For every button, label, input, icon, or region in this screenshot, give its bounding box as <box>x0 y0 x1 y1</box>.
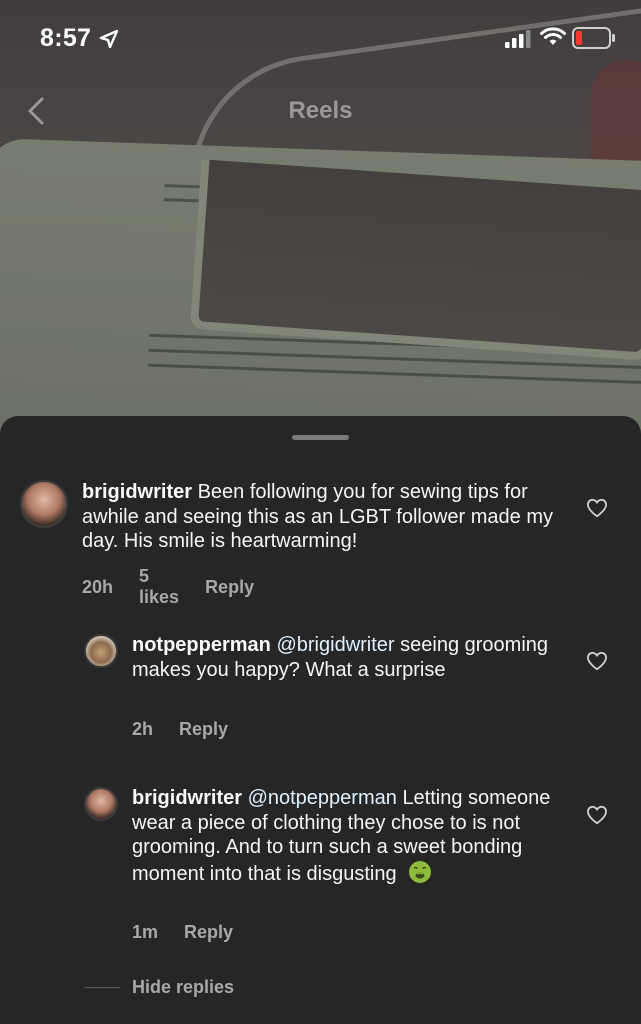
comment-body: brigidwriter @notpepperman Letting someo… <box>132 786 562 886</box>
page-title: Reels <box>288 97 353 124</box>
avatar[interactable] <box>84 634 118 668</box>
comment-username[interactable]: brigidwriter <box>82 481 192 503</box>
comment-meta: 2h Reply <box>132 719 228 740</box>
wifi-icon <box>540 27 566 45</box>
comment-username[interactable]: brigidwriter <box>132 787 242 809</box>
comment-username[interactable]: notpepperman <box>132 634 271 656</box>
comment-body: notpepperman @brigidwriter seeing groomi… <box>132 633 552 682</box>
comment-time: 1m <box>132 922 159 942</box>
cellular-signal-icon <box>505 30 531 48</box>
comment-body: brigidwriter Been following you for sewi… <box>82 480 562 554</box>
comment-time: 2h <box>132 719 154 739</box>
avatar[interactable] <box>20 480 68 528</box>
sheet-grabber[interactable] <box>292 435 349 440</box>
heart-icon[interactable] <box>586 805 608 825</box>
comment-meta: 20h 5 likes Reply <box>82 566 254 608</box>
comment-time: 20h <box>82 576 114 597</box>
hide-replies-label: Hide replies <box>132 977 235 997</box>
avatar[interactable] <box>84 787 118 821</box>
heart-icon[interactable] <box>586 498 608 518</box>
divider <box>84 987 120 988</box>
status-time: 8:57 <box>40 24 92 52</box>
reply-button[interactable]: Reply <box>205 577 254 598</box>
comment-likes[interactable]: 5 likes <box>139 566 179 608</box>
comment-mention[interactable]: @notpepperman <box>248 787 397 809</box>
reply-button[interactable]: Reply <box>179 719 228 740</box>
comment-mention[interactable]: @brigidwriter <box>276 634 394 656</box>
nauseated-face-icon <box>409 860 432 883</box>
comment-meta: 1m Reply <box>132 922 233 943</box>
reply-button[interactable]: Reply <box>184 922 233 943</box>
hide-replies-button[interactable]: Hide replies <box>84 977 234 998</box>
location-arrow-icon <box>99 29 119 49</box>
comments-sheet: brigidwriter Been following you for sewi… <box>0 416 641 1024</box>
heart-icon[interactable] <box>586 651 608 671</box>
status-bar: 8:57 <box>0 0 641 80</box>
battery-low-icon <box>572 27 615 49</box>
